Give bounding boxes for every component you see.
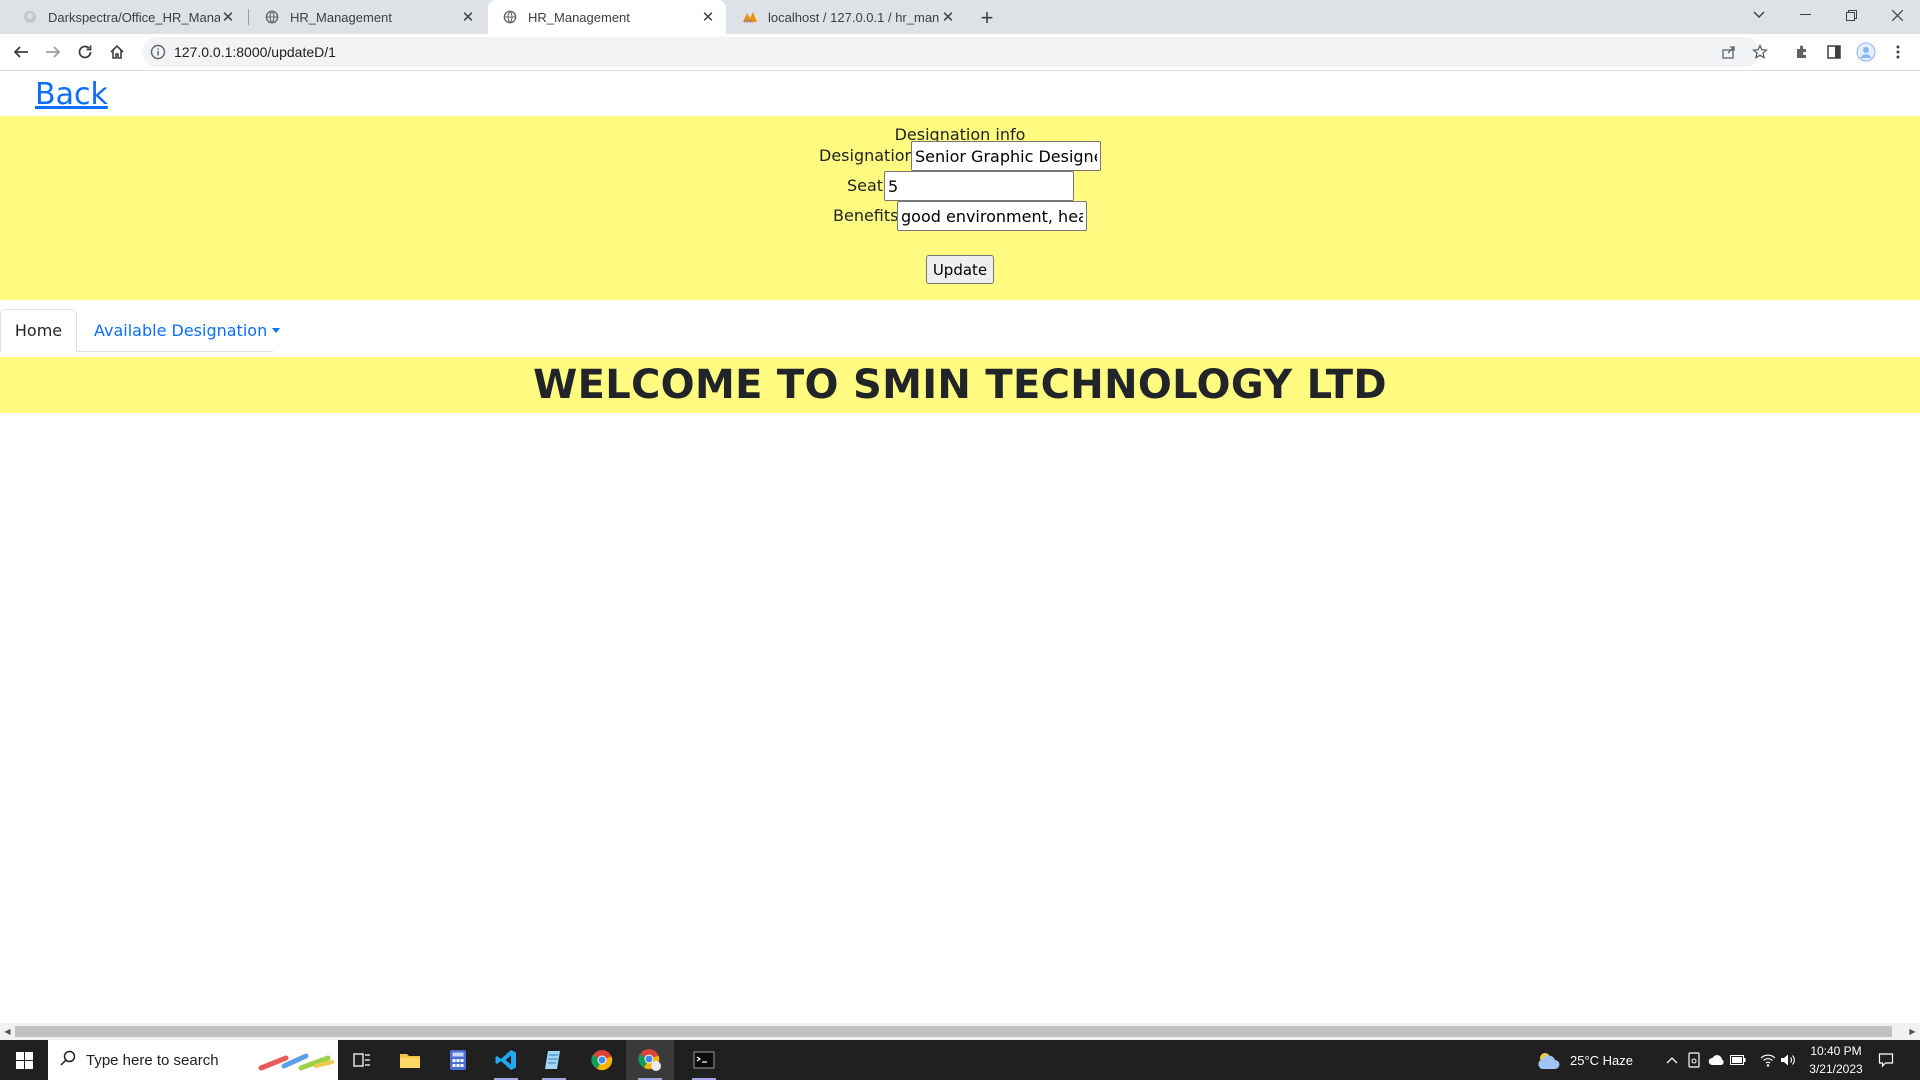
weather-widget[interactable]: 25°C Haze [1536, 1040, 1633, 1080]
profile-avatar-icon[interactable] [1852, 38, 1880, 66]
bookmark-star-icon[interactable] [1752, 44, 1768, 60]
github-icon [22, 9, 38, 25]
restore-button[interactable] [1828, 0, 1874, 30]
tab-title: localhost / 127.0.0.1 / hr_man / v [768, 9, 940, 25]
globe-icon [264, 9, 280, 25]
phpmyadmin-icon: PMA [742, 9, 758, 25]
browser-tab[interactable]: PMA localhost / 127.0.0.1 / hr_man / v ✕ [728, 0, 966, 34]
scrollbar-thumb[interactable] [15, 1026, 1892, 1037]
tab-available-designation-dropdown[interactable]: Available Designation [94, 309, 281, 352]
calculator-icon[interactable] [434, 1040, 482, 1080]
tab-home[interactable]: Home [0, 309, 77, 352]
welcome-heading: WELCOME TO SMIN TECHNOLOGY LTD [533, 362, 1387, 408]
terminal-icon[interactable] [680, 1040, 728, 1080]
task-view-icon[interactable] [338, 1040, 386, 1080]
caret-down-icon [272, 328, 281, 333]
file-explorer-icon[interactable] [386, 1040, 434, 1080]
browser-tab-strip: Darkspectra/Office_HR_Managem ✕ HR_Manag… [0, 0, 1920, 34]
designation-form: Designation info Designation: Seat: Bene… [0, 116, 1920, 300]
horizontal-scrollbar[interactable]: ◀ ▶ [0, 1023, 1920, 1040]
home-icon[interactable] [103, 38, 131, 66]
address-bar[interactable]: 127.0.0.1:8000/updateD/1 [142, 37, 1768, 67]
tab-search-icon[interactable] [1736, 0, 1782, 30]
scroll-left-arrow-icon[interactable]: ◀ [0, 1023, 15, 1040]
back-arrow-icon[interactable] [7, 38, 35, 66]
tab-title: Darkspectra/Office_HR_Managem [48, 9, 220, 25]
browser-toolbar: 127.0.0.1:8000/updateD/1 [0, 34, 1920, 71]
device-icon[interactable] [1686, 1052, 1702, 1068]
weather-text: 25°C Haze [1570, 1052, 1634, 1068]
tab-title: HR_Management [290, 9, 392, 25]
browser-tab[interactable]: Darkspectra/Office_HR_Managem ✕ [8, 0, 246, 34]
share-icon[interactable] [1721, 44, 1737, 60]
close-icon[interactable]: ✕ [940, 9, 956, 26]
weather-haze-icon [1536, 1049, 1562, 1071]
chrome-profile-icon[interactable] [626, 1040, 674, 1080]
browser-tab-active[interactable]: HR_Management ✕ [488, 0, 726, 34]
search-placeholder: Type here to search [86, 1051, 219, 1069]
tab-title: HR_Management [528, 9, 630, 25]
notification-icon[interactable] [1878, 1052, 1894, 1068]
windows-taskbar: Type here to search 25°C Haze 10:40 PM 3… [0, 1040, 1920, 1080]
seat-label: Seat: [847, 176, 889, 195]
search-highlight-doodle-icon [256, 1046, 336, 1079]
windows-start-icon[interactable] [0, 1040, 48, 1080]
nav-divider [77, 351, 273, 352]
battery-icon[interactable] [1730, 1052, 1746, 1068]
tab-separator [248, 9, 249, 25]
taskbar-clock[interactable]: 10:40 PM 3/21/2023 [1790, 1042, 1882, 1078]
minimize-button[interactable] [1782, 0, 1828, 30]
more-menu-icon[interactable] [1884, 38, 1912, 66]
clock-time: 10:40 PM [1810, 1044, 1862, 1058]
scroll-right-arrow-icon[interactable]: ▶ [1905, 1023, 1920, 1040]
nav-tabs: Home Available Designation [0, 309, 1920, 353]
notepad-icon[interactable] [530, 1040, 578, 1080]
clock-date: 3/21/2023 [1809, 1062, 1863, 1076]
welcome-banner: WELCOME TO SMIN TECHNOLOGY LTD [0, 357, 1920, 413]
close-window-button[interactable] [1874, 0, 1920, 30]
forward-arrow-icon[interactable] [39, 38, 67, 66]
designation-label: Designation: [819, 146, 921, 165]
close-icon[interactable]: ✕ [460, 9, 476, 26]
tab-available-designation-label: Available Designation [94, 321, 268, 340]
wifi-icon[interactable] [1760, 1052, 1776, 1068]
close-icon[interactable]: ✕ [700, 9, 716, 26]
benefits-label: Benefits: [833, 206, 904, 225]
seat-input[interactable] [884, 171, 1074, 201]
extensions-icon[interactable] [1788, 38, 1816, 66]
back-link[interactable]: Back [35, 77, 108, 112]
new-tab-button[interactable]: + [974, 5, 1000, 31]
vscode-icon[interactable] [482, 1040, 530, 1080]
reload-icon[interactable] [71, 38, 99, 66]
update-button[interactable]: Update [926, 255, 994, 284]
onedrive-cloud-icon[interactable] [1708, 1052, 1724, 1068]
browser-tab[interactable]: HR_Management ✕ [250, 0, 486, 34]
chrome-icon[interactable] [578, 1040, 626, 1080]
side-panel-icon[interactable] [1820, 38, 1848, 66]
web-page: Back Designation info Designation: Seat:… [0, 71, 1920, 1023]
globe-icon [502, 9, 518, 25]
url-text: 127.0.0.1:8000/updateD/1 [174, 44, 336, 60]
svg-text:PMA: PMA [744, 19, 753, 24]
search-icon [60, 1050, 76, 1071]
info-icon[interactable] [150, 44, 166, 60]
close-icon[interactable]: ✕ [220, 9, 236, 26]
designation-input[interactable] [911, 141, 1101, 171]
taskbar-search-box[interactable]: Type here to search [48, 1040, 338, 1080]
chevron-up-icon[interactable] [1664, 1052, 1680, 1068]
benefits-input[interactable] [897, 201, 1087, 231]
